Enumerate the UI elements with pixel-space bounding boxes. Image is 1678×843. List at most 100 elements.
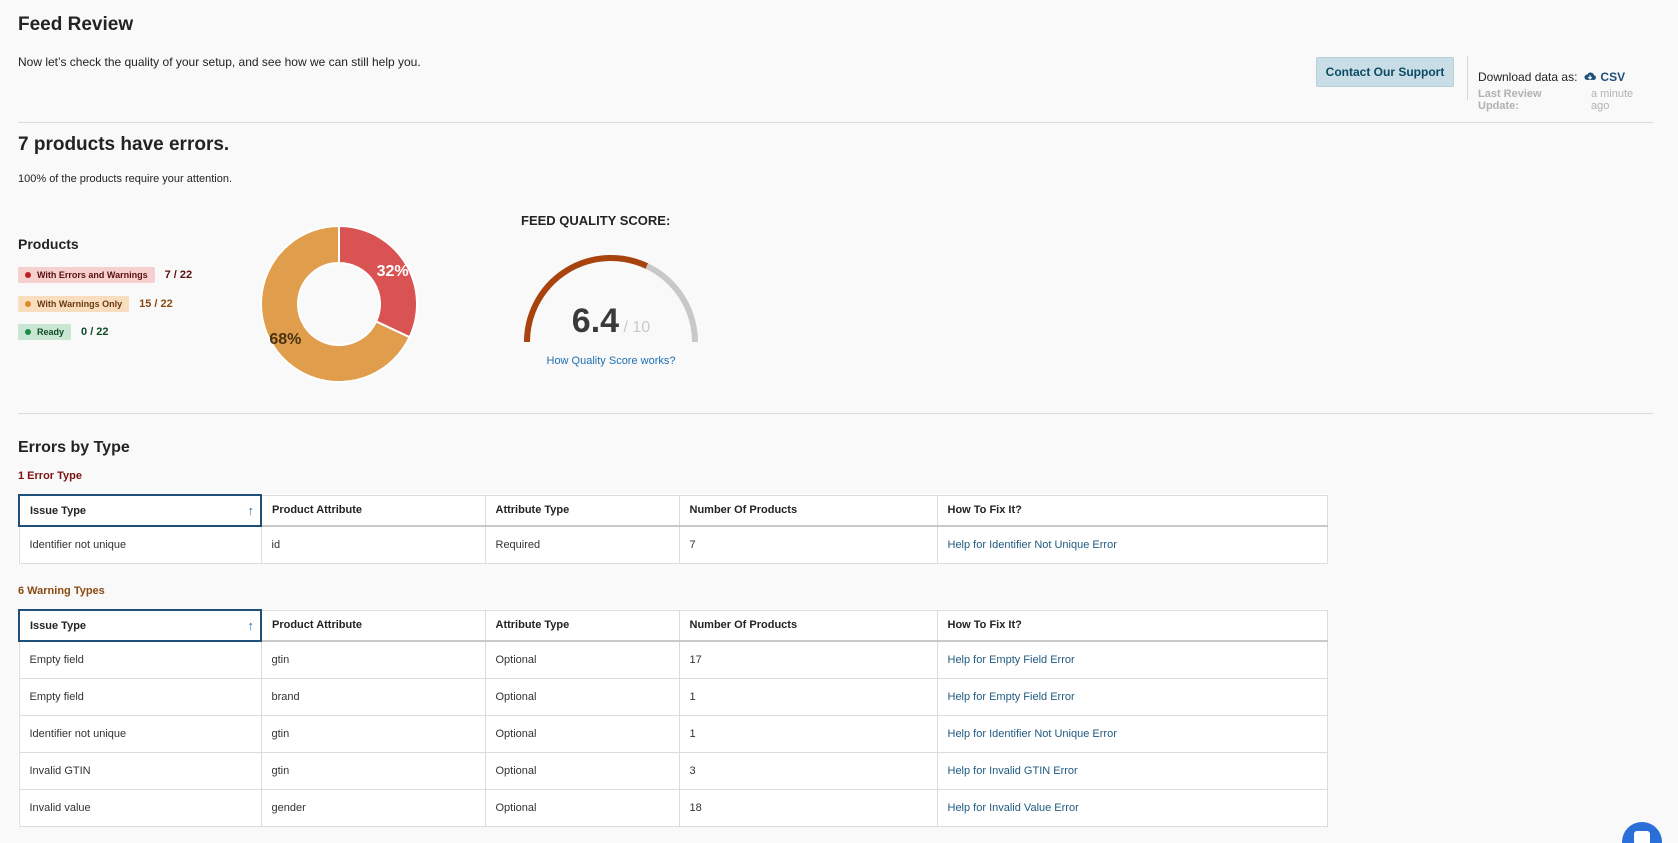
cell-how-to-fix: Help for Invalid Value Error bbox=[936, 788, 1328, 827]
donut-slice-label: 32% bbox=[377, 263, 409, 280]
column-header-number-of-products[interactable]: Number Of Products bbox=[678, 609, 938, 642]
errors-table: Issue Type ↑ Product Attribute Attribute … bbox=[18, 494, 1328, 564]
table-row: Invalid GTIN gtin Optional 3 Help for In… bbox=[18, 751, 1328, 790]
last-update-label: Last Review Update: bbox=[1478, 88, 1542, 112]
cell-issue-type: Invalid GTIN bbox=[18, 751, 262, 790]
column-header-attribute-type[interactable]: Attribute Type bbox=[484, 494, 680, 527]
help-link[interactable]: Help for Invalid Value Error bbox=[948, 802, 1079, 814]
table-row: Empty field brand Optional 1 Help for Em… bbox=[18, 677, 1328, 716]
divider bbox=[18, 413, 1653, 414]
cell-number-of-products: 3 bbox=[678, 751, 938, 790]
column-header-how-to-fix[interactable]: How To Fix It? bbox=[936, 609, 1328, 642]
csv-download-link[interactable]: CSV bbox=[1583, 70, 1625, 84]
column-header-product-attribute[interactable]: Product Attribute bbox=[260, 494, 486, 527]
red-dot-icon bbox=[25, 272, 31, 278]
csv-label: CSV bbox=[1600, 70, 1626, 84]
legend-warnings-only: With Warnings Only 15 / 22 bbox=[18, 296, 173, 312]
donut-slice-label: 68% bbox=[269, 331, 301, 348]
legend-ready: Ready 0 / 22 bbox=[18, 324, 109, 340]
divider bbox=[18, 122, 1653, 123]
column-header-attribute-type[interactable]: Attribute Type bbox=[484, 609, 680, 642]
cell-number-of-products: 1 bbox=[678, 714, 938, 753]
contact-support-button[interactable]: Contact Our Support bbox=[1316, 57, 1454, 87]
table-row: Invalid value gender Optional 18 Help fo… bbox=[18, 788, 1328, 827]
chat-widget-button[interactable] bbox=[1622, 822, 1662, 843]
page-subtitle: Now let’s check the quality of your setu… bbox=[18, 55, 421, 69]
feed-quality-score-title: FEED QUALITY SCORE: bbox=[521, 213, 671, 228]
help-link[interactable]: Help for Empty Field Error bbox=[948, 654, 1075, 666]
green-dot-icon bbox=[25, 329, 31, 335]
cell-how-to-fix: Help for Empty Field Error bbox=[936, 640, 1328, 679]
column-header-number-of-products[interactable]: Number Of Products bbox=[678, 494, 938, 527]
cell-issue-type: Invalid value bbox=[18, 788, 262, 827]
ready-count: 0 / 22 bbox=[81, 326, 109, 338]
cell-number-of-products: 18 bbox=[678, 788, 938, 827]
cell-attribute-type: Required bbox=[484, 525, 680, 564]
errors-by-type-title: Errors by Type bbox=[18, 439, 130, 456]
how-quality-score-works-link[interactable]: How Quality Score works? bbox=[521, 355, 701, 367]
header-divider bbox=[1467, 56, 1468, 100]
last-update-value: a minute ago bbox=[1590, 88, 1634, 112]
score-value: 6.4 bbox=[571, 302, 620, 340]
chat-icon bbox=[1634, 831, 1650, 843]
help-link[interactable]: Help for Identifier Not Unique Error bbox=[948, 539, 1117, 551]
cloud-download-icon bbox=[1584, 72, 1597, 80]
cell-attribute-type: Optional bbox=[484, 640, 680, 679]
errors-headline: 7 products have errors. bbox=[18, 134, 230, 155]
column-header-how-to-fix[interactable]: How To Fix It? bbox=[936, 494, 1328, 527]
cell-number-of-products: 17 bbox=[678, 640, 938, 679]
errors-count: 7 / 22 bbox=[164, 269, 193, 281]
cell-product-attribute: gender bbox=[260, 788, 486, 827]
page-title: Feed Review bbox=[18, 14, 134, 35]
cell-product-attribute: brand bbox=[260, 677, 486, 716]
cell-how-to-fix: Help for Invalid GTIN Error bbox=[936, 751, 1328, 790]
cell-how-to-fix: Help for Identifier Not Unique Error bbox=[936, 714, 1328, 753]
warnings-chip: With Warnings Only bbox=[18, 296, 130, 312]
cell-issue-type: Empty field bbox=[18, 640, 262, 679]
column-header-product-attribute[interactable]: Product Attribute bbox=[260, 609, 486, 642]
table-row: Empty field gtin Optional 17 Help for Em… bbox=[18, 640, 1328, 679]
download-data: Download data as: CSV bbox=[1478, 70, 1625, 84]
cell-product-attribute: gtin bbox=[260, 751, 486, 790]
help-link[interactable]: Help for Invalid GTIN Error bbox=[948, 765, 1078, 777]
quality-score: 6.4 / 10 bbox=[521, 302, 701, 341]
cell-attribute-type: Optional bbox=[484, 714, 680, 753]
donut-slice bbox=[338, 224, 418, 339]
table-row: Identifier not unique gtin Optional 1 He… bbox=[18, 714, 1328, 753]
cell-number-of-products: 1 bbox=[678, 677, 938, 716]
column-label: Issue Type bbox=[30, 504, 87, 517]
orange-dot-icon bbox=[25, 301, 31, 307]
cell-issue-type: Empty field bbox=[18, 677, 262, 716]
sort-arrow-icon[interactable]: ↑ bbox=[248, 503, 255, 518]
table-header-row: Issue Type ↑ Product Attribute Attribute … bbox=[18, 609, 1328, 642]
column-header-issue-type[interactable]: Issue Type ↑ bbox=[18, 609, 262, 642]
ready-chip: Ready bbox=[18, 324, 72, 340]
products-title: Products bbox=[18, 236, 79, 252]
chip-label: Ready bbox=[37, 327, 65, 337]
cell-product-attribute: gtin bbox=[260, 714, 486, 753]
column-header-issue-type[interactable]: Issue Type ↑ bbox=[18, 494, 262, 527]
errors-chip: With Errors and Warnings bbox=[18, 267, 155, 283]
cell-attribute-type: Optional bbox=[484, 751, 680, 790]
legend-errors-and-warnings: With Errors and Warnings 7 / 22 bbox=[18, 267, 192, 283]
cell-attribute-type: Optional bbox=[484, 677, 680, 716]
download-label: Download data as: bbox=[1478, 70, 1578, 84]
table-header-row: Issue Type ↑ Product Attribute Attribute … bbox=[18, 494, 1328, 527]
warnings-table: Issue Type ↑ Product Attribute Attribute … bbox=[18, 609, 1328, 827]
error-types-count: 1 Error Type bbox=[18, 470, 82, 482]
help-link[interactable]: Help for Empty Field Error bbox=[948, 691, 1075, 703]
column-label: Issue Type bbox=[30, 619, 87, 632]
products-donut-chart: 32% 68% bbox=[260, 224, 418, 383]
errors-subline: 100% of the products require your attent… bbox=[18, 173, 233, 185]
score-max: / 10 bbox=[623, 319, 651, 336]
warnings-count: 15 / 22 bbox=[139, 298, 173, 310]
help-link[interactable]: Help for Identifier Not Unique Error bbox=[948, 728, 1117, 740]
table-row: Identifier not unique id Required 7 Help… bbox=[18, 525, 1328, 564]
chip-label: With Errors and Warnings bbox=[37, 270, 148, 280]
sort-arrow-icon[interactable]: ↑ bbox=[248, 618, 255, 633]
warning-types-count: 6 Warning Types bbox=[18, 585, 105, 597]
last-review-update: Last Review Update: a minute ago bbox=[1478, 88, 1653, 112]
cell-how-to-fix: Help for Identifier Not Unique Error bbox=[936, 525, 1328, 564]
cell-issue-type: Identifier not unique bbox=[18, 714, 262, 753]
cell-number-of-products: 7 bbox=[678, 525, 938, 564]
